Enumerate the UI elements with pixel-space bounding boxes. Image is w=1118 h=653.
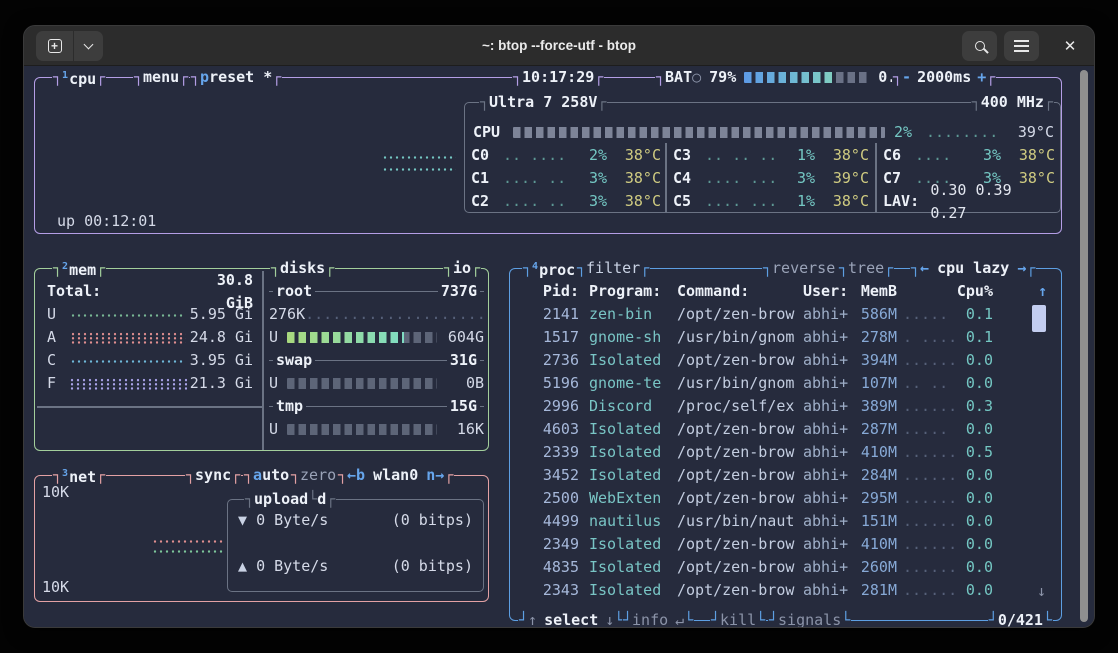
divider (665, 143, 667, 212)
divider (875, 143, 877, 212)
proc-sort-selector[interactable]: ← cpu lazy → (910, 257, 1036, 280)
process-row[interactable]: 4835 Isolated /opt/zen-brow abhi+ 260M .… (510, 556, 1050, 579)
proc-box: 4proc filter reverse tree ← cpu lazy → P… (509, 268, 1062, 621)
proc-info-button[interactable]: info ↵ (622, 609, 694, 628)
core-row: C6.... ... 3%38°C (883, 144, 1055, 167)
net-sync-toggle[interactable]: sync (185, 464, 241, 487)
divider (262, 271, 264, 450)
net-interface-switcher[interactable]: ←b wlan0 n→ (337, 464, 454, 487)
sort-direction-arrow: ↑ (1038, 280, 1047, 303)
divider (37, 406, 262, 408)
net-scale-bottom: 10K (42, 576, 69, 599)
proc-table: 2141 zen-bin /opt/zen-brow abhi+ 586M ..… (510, 303, 1050, 602)
mem-cached-row: C 3.95 Gi (47, 349, 253, 372)
net-upload-row: ▲ 0 Byte/s (0 bitps) (238, 555, 473, 578)
disk-tmp-used-bar (287, 424, 437, 435)
process-row[interactable]: 2736 Isolated /opt/zen-brow abhi+ 394M .… (510, 349, 1050, 372)
core-row: C2.... .... 3%38°C (471, 190, 661, 213)
refresh-rate-control[interactable]: - 2000ms + (892, 66, 996, 89)
mem-cached-graph (70, 359, 185, 363)
search-button[interactable] (962, 31, 997, 61)
proc-tree-toggle[interactable]: tree (838, 257, 894, 280)
titlebar: + ~: btop --force-utf - btop ✕ (24, 26, 1094, 66)
process-row[interactable]: 2349 Isolated /opt/zen-brow abhi+ 410M .… (510, 533, 1050, 556)
process-row[interactable]: 2996 Discord /proc/self/ex abhi+ 389M ..… (510, 395, 1050, 418)
proc-kill-button[interactable]: kill (710, 609, 766, 628)
proc-reverse-toggle[interactable]: reverse (762, 257, 845, 280)
mem-available-graph (70, 332, 186, 344)
btop-screen: 1cpu menu preset * 10:17:29 BAT○ 79% 0.0… (24, 66, 1095, 628)
process-row[interactable]: 2141 zen-bin /opt/zen-brow abhi+ 586M ..… (510, 303, 1050, 326)
disk-swap-used-row: U 0B (269, 372, 484, 395)
net-upload-label[interactable]: upload└d (244, 488, 336, 511)
disk-root-free-row: 276K .............................. (269, 303, 484, 326)
process-row[interactable]: 5196 gnome-te /usr/bin/gnom abhi+ 107M .… (510, 372, 1050, 395)
net-download-row: ▼ 0 Byte/s (0 bitps) (238, 509, 473, 532)
close-button[interactable]: ✕ (1052, 31, 1088, 61)
battery-bar (744, 72, 870, 83)
more-below-arrow: ↓ (1037, 580, 1046, 603)
uptime: up 00:12:01 (57, 210, 156, 233)
net-upload-graph (152, 549, 224, 554)
core-column-2: C3.. .. .... 1%38°C C4.... .... 3%39°C C… (673, 144, 869, 213)
cpu-graph (382, 155, 456, 160)
process-row[interactable]: 2339 Isolated /opt/zen-brow abhi+ 410M .… (510, 441, 1050, 464)
disk-tmp-used-row: U 16K (269, 418, 484, 441)
load-average-row: LAV: 0.30 0.39 0.27 (883, 190, 1055, 213)
core-row: C5.... .... 1%38°C (673, 190, 869, 213)
terminal-window: + ~: btop --force-utf - btop ✕ 1cpu menu… (23, 25, 1095, 628)
cpu-core-panel: Ultra 7 258V 400 MHz CPU 2% .......... 3… (464, 102, 1061, 213)
search-icon (975, 41, 985, 51)
core-column-1: C0.. ...... 2%38°C C1.... .... 3%38°C C2… (471, 144, 661, 213)
mem-free-graph (69, 378, 187, 390)
process-row[interactable]: 2343 Isolated /opt/zen-brow abhi+ 281M .… (510, 579, 1050, 602)
mem-used-graph (70, 313, 185, 317)
disk-root-used-row: U 604G (269, 326, 484, 349)
net-download-graph (152, 539, 224, 544)
net-scale-top: 10K (42, 481, 69, 504)
core-row: C3.. .. .... 1%38°C (673, 144, 869, 167)
mem-box: 2mem disks io Total: 30.8 GiB U 5.95 Gi … (34, 268, 489, 451)
preset-button[interactable]: preset * (190, 66, 282, 89)
core-row: C4.... .... 3%39°C (673, 167, 869, 190)
process-row[interactable]: 4603 Isolated /opt/zen-brow abhi+ 287M .… (510, 418, 1050, 441)
menu-button-btop[interactable]: menu (133, 66, 189, 89)
proc-filter-button[interactable]: filter (576, 257, 650, 280)
clock: 10:17:29 (512, 66, 604, 89)
cpu-box-label[interactable]: 1cpu (52, 66, 106, 89)
disks-label[interactable]: disks (270, 257, 335, 280)
mem-total-row: Total: 30.8 GiB (47, 280, 253, 303)
proc-scrollbar[interactable] (1032, 305, 1046, 332)
cpu-model-label: Ultra 7 258V (479, 91, 607, 114)
core-row: C1.... .... 3%38°C (471, 167, 661, 190)
net-detail-panel: upload└d ▼ 0 Byte/s (0 bitps) ▲ 0 Byte/s… (227, 499, 484, 592)
window-title: ~: btop --force-utf - btop (24, 26, 1094, 66)
process-row[interactable]: 3452 Isolated /opt/zen-brow abhi+ 284M .… (510, 464, 1050, 487)
proc-signals-button[interactable]: signals (768, 609, 851, 628)
process-row[interactable]: 2500 WebExten /opt/zen-brow abhi+ 295M .… (510, 487, 1050, 510)
cpu-total-row: CPU 2% .......... 39°C (473, 121, 1054, 144)
proc-table-header[interactable]: Pid: Program: Command: User: MemB Cpu% (510, 280, 1050, 303)
process-row[interactable]: 4499 nautilus /usr/bin/naut abhi+ 151M .… (510, 510, 1050, 533)
mem-box-label[interactable]: 2mem (52, 257, 106, 280)
terminal-scrollbar[interactable] (1080, 70, 1088, 622)
io-toggle[interactable]: io (443, 257, 481, 280)
disk-root-used-bar (287, 332, 437, 343)
net-box: 3net sync auto zero ←b wlan0 n→ 10K 10K (34, 475, 489, 602)
proc-select-control[interactable]: ↑ select ↓ (518, 609, 624, 628)
cpu-box: 1cpu menu preset * 10:17:29 BAT○ 79% 0.0… (34, 77, 1062, 234)
cpu-usage-bar (513, 127, 885, 138)
cpu-graph (382, 167, 456, 172)
proc-count: 0/421 (988, 609, 1053, 628)
mem-available-row: A 24.8 Gi (47, 326, 253, 349)
core-row: C0.. ...... 2%38°C (471, 144, 661, 167)
disk-swap-used-bar (287, 378, 437, 389)
cpu-frequency: 400 MHz (971, 91, 1054, 114)
mem-used-row: U 5.95 Gi (47, 303, 253, 326)
menu-button[interactable] (1004, 31, 1039, 61)
process-row[interactable]: 1517 gnome-sh /usr/bin/gnom abhi+ 278M .… (510, 326, 1050, 349)
mem-free-row: F 21.3 Gi (47, 372, 253, 395)
